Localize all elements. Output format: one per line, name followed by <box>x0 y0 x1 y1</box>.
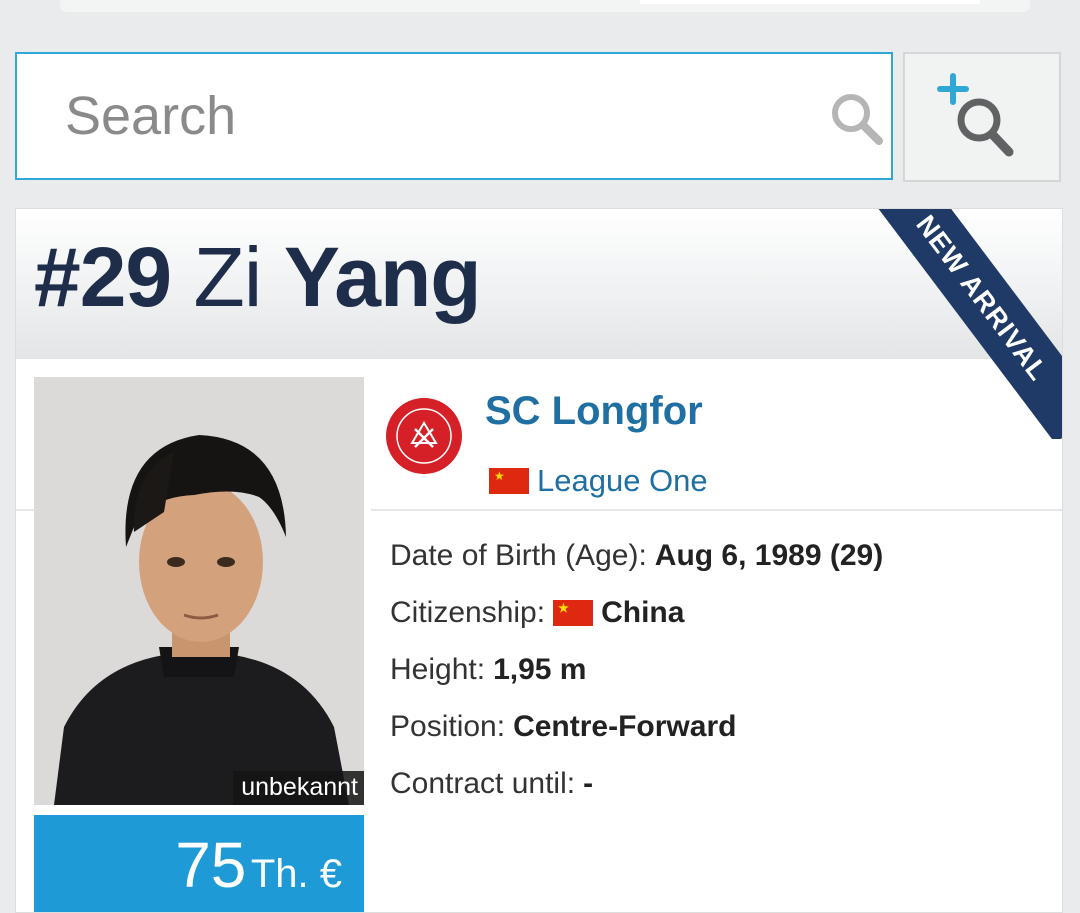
advanced-search-button[interactable] <box>903 52 1061 182</box>
player-portrait-image <box>34 377 364 805</box>
china-flag-icon: ★ <box>489 468 529 494</box>
search-icon[interactable] <box>827 89 885 147</box>
position-label: Position: <box>390 709 506 743</box>
contract-label: Contract until: <box>390 766 576 800</box>
china-flag-icon: ★ <box>553 599 594 626</box>
top-bar-highlight <box>640 0 980 4</box>
height-value: 1,95 m <box>493 652 587 686</box>
dob-label: Date of Birth (Age): <box>390 538 647 572</box>
market-value-unit: Th. € <box>250 852 342 896</box>
player-info-list: Date of Birth (Age): Aug 6, 1989 (29) Ci… <box>390 527 883 812</box>
league-name: League One <box>537 463 708 498</box>
divider <box>16 509 34 511</box>
citizenship-value: ★ China <box>553 596 684 630</box>
citizenship-label: Citizenship: <box>390 595 546 629</box>
position-value: Centre-Forward <box>513 709 737 743</box>
info-row-height: Height: 1,95 m <box>390 641 883 698</box>
height-label: Height: <box>390 652 486 686</box>
citizenship-text: China <box>601 595 685 629</box>
advanced-search-icon <box>937 73 1014 157</box>
player-first-name: Zi <box>193 230 263 324</box>
info-row-citizenship: Citizenship: ★ China <box>390 584 883 641</box>
player-title: #29 Zi Yang <box>34 229 482 326</box>
photo-caption: unbekannt <box>233 771 364 805</box>
dob-value: Aug 6, 1989 (29) <box>654 538 884 572</box>
contract-value: - <box>583 766 594 800</box>
info-row-position: Position: Centre-Forward <box>390 698 883 755</box>
player-header: #29 Zi Yang <box>16 209 1062 359</box>
league-link[interactable]: ★ League One <box>489 463 708 499</box>
search-box[interactable] <box>15 52 893 180</box>
market-value[interactable]: 75 Th. € <box>34 815 364 912</box>
market-value-amount: 75 <box>175 829 247 901</box>
player-last-name: Yang <box>283 230 482 324</box>
search-input[interactable] <box>17 54 807 178</box>
club-name-link[interactable]: SC Longfor <box>485 389 703 434</box>
club-logo[interactable] <box>385 397 463 475</box>
player-number: #29 <box>34 230 172 324</box>
player-card: #29 Zi Yang NEW ARRIVAL unbekannt 75 Th.… <box>15 208 1063 913</box>
club-block: SC Longfor ★ League One <box>371 359 1062 511</box>
player-photo: unbekannt <box>34 377 364 805</box>
info-row-contract: Contract until: - <box>390 755 883 812</box>
info-row-dob: Date of Birth (Age): Aug 6, 1989 (29) <box>390 527 883 584</box>
